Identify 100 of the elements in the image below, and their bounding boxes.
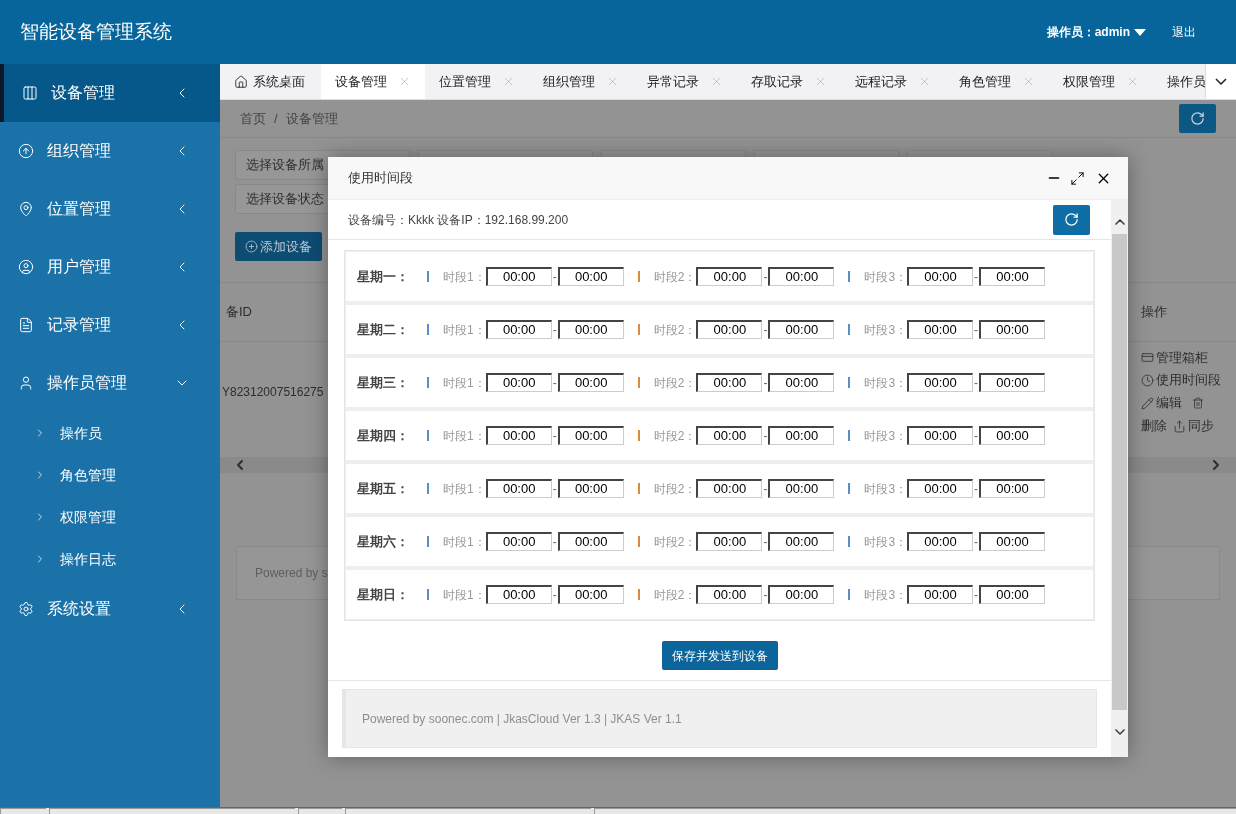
time-input[interactable]: 00:00 (485, 479, 552, 498)
time-input[interactable]: 00:00 (696, 267, 763, 286)
tab-menu-button[interactable] (1205, 64, 1236, 99)
tab[interactable]: 权限管理 (1049, 64, 1153, 99)
time-input[interactable]: 00:00 (768, 373, 835, 392)
tab[interactable]: 角色管理 (945, 64, 1049, 99)
card-icon (1141, 351, 1154, 365)
time-input[interactable]: 00:00 (696, 320, 763, 339)
save-button[interactable]: 保存并发送到设备 (661, 641, 778, 670)
refresh-icon (1190, 111, 1205, 126)
trash-icon (1192, 397, 1204, 410)
scrollbar-thumb[interactable] (1112, 234, 1127, 710)
action-link[interactable]: 管理箱柜 (1141, 348, 1208, 368)
dash: - (762, 427, 769, 445)
time-input[interactable]: 00:00 (696, 479, 763, 498)
dash: - (551, 427, 558, 445)
time-input[interactable]: 00:00 (768, 320, 835, 339)
tab[interactable]: 远程记录 (841, 64, 945, 99)
pencil-icon (1141, 396, 1154, 410)
refresh-button[interactable] (1179, 104, 1216, 133)
action-link[interactable]: 删除 (1141, 416, 1167, 436)
refresh-button[interactable] (1053, 204, 1090, 235)
tab[interactable]: 异常记录 (633, 64, 737, 99)
sidebar-item[interactable]: 系统设置 (0, 580, 220, 638)
dash: - (973, 480, 980, 498)
tab[interactable]: 位置管理 (425, 64, 529, 99)
tab[interactable]: 组织管理 (529, 64, 633, 99)
time-input[interactable]: 00:00 (979, 532, 1046, 551)
dash: - (762, 374, 769, 392)
action-link[interactable]: 使用时间段 (1141, 371, 1221, 390)
time-input[interactable]: 00:00 (907, 320, 974, 339)
time-input[interactable]: 00:00 (557, 373, 624, 392)
time-input[interactable]: 00:00 (907, 585, 974, 604)
time-input[interactable]: 00:00 (979, 267, 1046, 286)
tab[interactable]: 操作员 (1153, 64, 1205, 99)
maximize-icon[interactable] (1070, 170, 1085, 186)
time-input[interactable]: 00:00 (557, 479, 624, 498)
home-icon (234, 74, 248, 89)
dash: - (973, 268, 980, 286)
tab[interactable]: 系统桌面 (220, 64, 321, 99)
time-input[interactable]: 00:00 (979, 320, 1046, 339)
tab[interactable]: 设备管理 (321, 64, 425, 99)
period-label: 时段1： (443, 427, 486, 445)
action-link[interactable]: 同步 (1173, 416, 1214, 436)
column-header: 备ID (225, 303, 252, 322)
time-input[interactable]: 00:00 (557, 426, 624, 445)
sidebar-item[interactable]: 操作员管理 (0, 354, 220, 412)
breadcrumb-item: 设备管理 (285, 109, 338, 128)
day-label: 星期二： (357, 320, 410, 339)
time-input[interactable]: 00:00 (979, 585, 1046, 604)
time-input[interactable]: 00:00 (557, 585, 624, 604)
submenu-item[interactable]: 权限管理 (0, 496, 220, 538)
sidebar-item[interactable]: 用户管理 (0, 238, 220, 296)
time-input[interactable]: 00:00 (485, 532, 552, 551)
tab[interactable]: 存取记录 (737, 64, 841, 99)
time-input[interactable]: 00:00 (557, 267, 624, 286)
time-input[interactable]: 00:00 (696, 373, 763, 392)
time-input[interactable]: 00:00 (907, 479, 974, 498)
sidebar-item[interactable]: 组织管理 (0, 122, 220, 180)
time-input[interactable]: 00:00 (557, 532, 624, 551)
time-input[interactable]: 00:00 (485, 267, 552, 286)
sidebar-item[interactable]: 设备管理 (0, 64, 220, 122)
time-input[interactable]: 00:00 (979, 373, 1046, 392)
time-input[interactable]: 00:00 (485, 320, 552, 339)
time-input[interactable]: 00:00 (907, 426, 974, 445)
time-input[interactable]: 00:00 (768, 426, 835, 445)
device-info: 设备编号：Kkkk 设备IP：192.168.99.200 (348, 211, 570, 229)
time-input[interactable]: 00:00 (768, 479, 835, 498)
submenu-item[interactable]: 操作员 (0, 412, 220, 454)
time-input[interactable]: 00:00 (907, 267, 974, 286)
vertical-scrollbar[interactable] (1111, 200, 1128, 757)
logout-link[interactable]: 退出 (1172, 23, 1196, 41)
time-input[interactable]: 00:00 (485, 426, 552, 445)
submenu-item[interactable]: 角色管理 (0, 454, 220, 496)
day-label: 星期五： (357, 479, 410, 498)
time-input[interactable]: 00:00 (696, 426, 763, 445)
time-input[interactable]: 00:00 (907, 373, 974, 392)
time-input[interactable]: 00:00 (768, 532, 835, 551)
add-device-button[interactable]: 添加设备 (235, 232, 322, 261)
caret-icon (1134, 28, 1146, 36)
submenu-item[interactable]: 操作日志 (0, 538, 220, 580)
time-input[interactable]: 00:00 (485, 585, 552, 604)
action-link[interactable]: 编辑 (1141, 394, 1204, 413)
refresh-icon (1064, 212, 1079, 227)
time-input[interactable]: 00:00 (979, 426, 1046, 445)
dash: - (551, 374, 558, 392)
time-input[interactable]: 00:00 (557, 320, 624, 339)
sidebar-item[interactable]: 记录管理 (0, 296, 220, 354)
time-input[interactable]: 00:00 (907, 532, 974, 551)
period-label: 时段2： (653, 427, 697, 445)
sidebar-item[interactable]: 位置管理 (0, 180, 220, 238)
time-input[interactable]: 00:00 (696, 532, 763, 551)
dialog-footer: Powered by soonec.com | JkasCloud Ver 1.3 | JKAS Ver 1.1 (342, 689, 1097, 748)
period-label: 时段3： (864, 374, 908, 392)
time-input[interactable]: 00:00 (768, 267, 835, 286)
time-input[interactable]: 00:00 (485, 373, 552, 392)
time-input[interactable]: 00:00 (696, 585, 763, 604)
operator-menu[interactable]: 操作员：admin (1046, 23, 1146, 41)
time-input[interactable]: 00:00 (768, 585, 835, 604)
time-input[interactable]: 00:00 (979, 479, 1046, 498)
